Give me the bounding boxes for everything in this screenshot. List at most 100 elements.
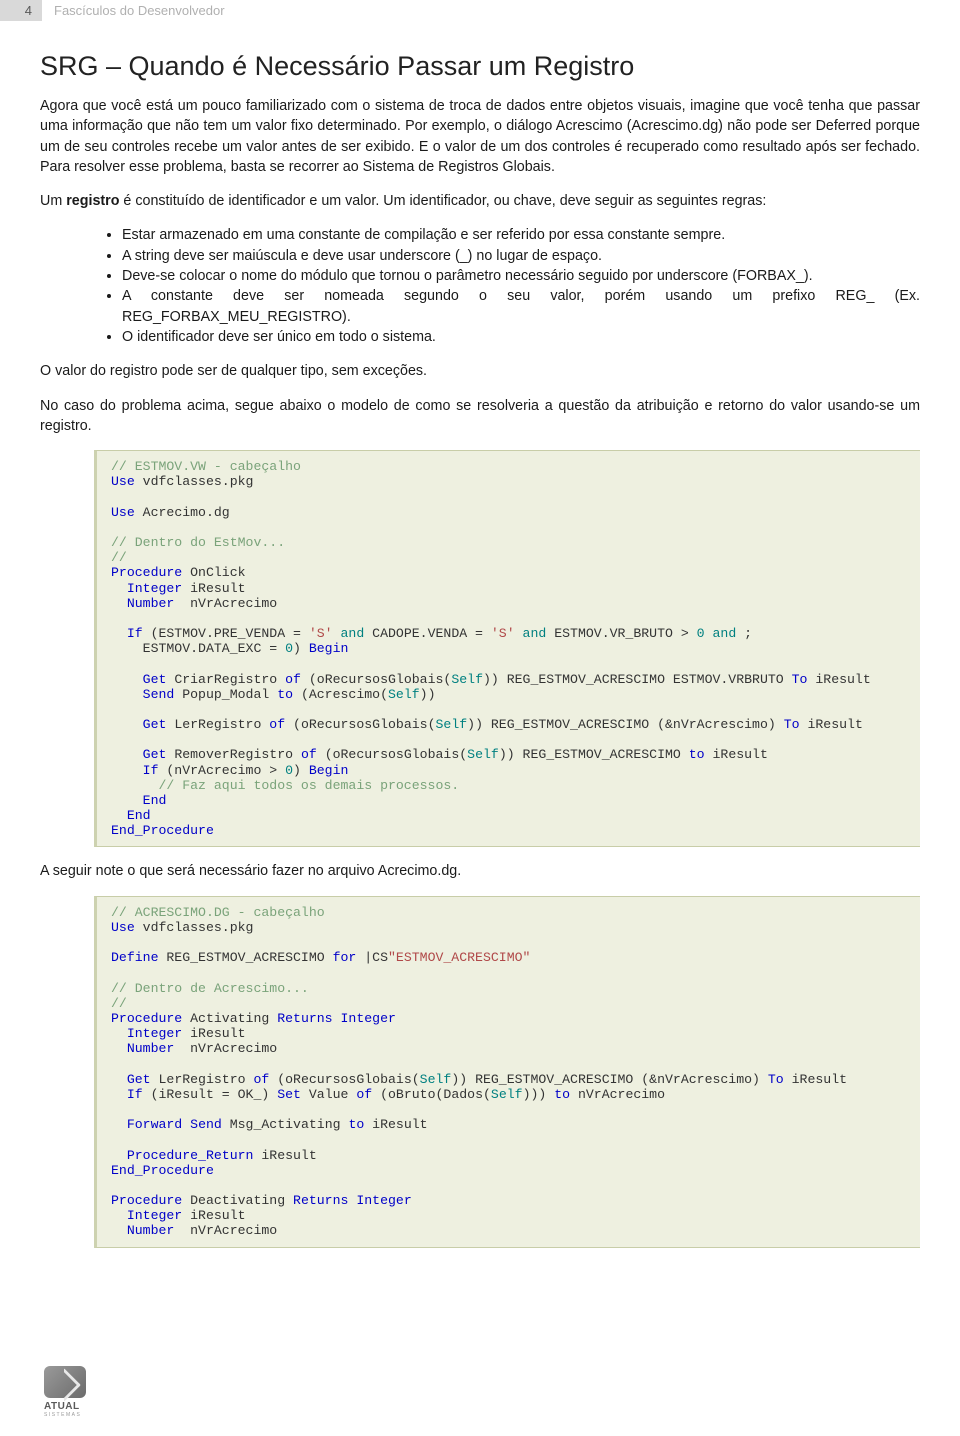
code-keyword: To <box>792 672 808 687</box>
list-item: O identificador deve ser único em todo o… <box>122 327 920 347</box>
code-keyword: Use <box>111 920 135 935</box>
footer-logo: ATUAL SISTEMAS <box>44 1366 86 1418</box>
code-text: iResult <box>253 1148 316 1163</box>
logo-icon <box>44 1366 86 1398</box>
code-keyword: of <box>269 717 285 732</box>
code-text: )) REG_ESTMOV_ACRESCIMO (&nVrAcrescimo) <box>451 1072 768 1087</box>
code-comment: // <box>111 996 127 1011</box>
list-item: A constante deve ser nomeada segundo o s… <box>122 286 920 327</box>
list-item: A string deve ser maiúscula e deve usar … <box>122 246 920 266</box>
code-keyword: of <box>301 747 317 762</box>
code-keyword: End <box>143 793 167 808</box>
code-keyword: If <box>127 1087 143 1102</box>
code-text: REG_ESTMOV_ACRESCIMO <box>158 950 332 965</box>
code-keyword: of <box>285 672 301 687</box>
code-string: 'S' <box>309 626 333 641</box>
code-comment: // ACRESCIMO.DG - cabeçalho <box>111 905 325 920</box>
code-keyword: Define <box>111 950 158 965</box>
code-text: iResult <box>807 672 870 687</box>
code-keyword: Get <box>127 1072 151 1087</box>
code-comment: // <box>111 550 127 565</box>
code-keyword: Integer <box>333 1011 396 1026</box>
code-text: CADOPE.VENDA = <box>364 626 491 641</box>
code-text: nVrAcrecimo <box>174 596 277 611</box>
code-keyword: If <box>143 763 159 778</box>
code-keyword: to <box>277 687 293 702</box>
code-keyword: Begin <box>309 763 349 778</box>
code-comment: // ESTMOV.VW - cabeçalho <box>111 459 301 474</box>
code-text: vdfclasses.pkg <box>135 474 254 489</box>
rules-list: Estar armazenado em uma constante de com… <box>40 225 920 347</box>
code-text: RemoverRegistro <box>166 747 301 762</box>
code-number: 0 <box>697 626 705 641</box>
code-block-acrescimo: // ACRESCIMO.DG - cabeçalho Use vdfclass… <box>94 896 920 1248</box>
code-string: "ESTMOV_ACRESCIMO" <box>388 950 530 965</box>
code-text: CriarRegistro <box>166 672 285 687</box>
code-keyword: Integer <box>127 581 182 596</box>
code-comment: // Faz aqui todos os demais processos. <box>158 778 459 793</box>
example-intro-paragraph: No caso do problema acima, segue abaixo … <box>40 396 920 437</box>
code-number: 0 <box>285 763 293 778</box>
acrecimo-intro-paragraph: A seguir note o que será necessário faze… <box>40 861 920 881</box>
code-text: (ESTMOV.PRE_VENDA = <box>143 626 309 641</box>
code-keyword: Procedure <box>111 1011 182 1026</box>
code-block-estmov: // ESTMOV.VW - cabeçalho Use vdfclasses.… <box>94 450 920 847</box>
code-comment: // Dentro de Acrescimo... <box>111 981 309 996</box>
code-text: LerRegistro <box>166 717 269 732</box>
intro-paragraph: Agora que você está um pouco familiariza… <box>40 96 920 177</box>
code-text: nVrAcrecimo <box>174 1041 277 1056</box>
page-number: 4 <box>0 0 42 21</box>
code-text: nVrAcrecimo <box>570 1087 665 1102</box>
code-keyword: End_Procedure <box>111 1163 214 1178</box>
code-keyword: Send <box>190 1117 222 1132</box>
code-text: (oRecursosGlobais( <box>301 672 451 687</box>
code-keyword: to <box>689 747 705 762</box>
code-text: Value <box>301 1087 356 1102</box>
code-keyword: to <box>554 1087 570 1102</box>
code-keyword: and <box>705 626 737 641</box>
code-text: )) REG_ESTMOV_ACRESCIMO (&nVrAcrescimo) <box>467 717 784 732</box>
code-text: (oRecursosGlobais( <box>269 1072 419 1087</box>
code-keyword: of <box>253 1072 269 1087</box>
code-number: 0 <box>285 641 293 656</box>
code-text: )) <box>420 687 436 702</box>
list-item: Estar armazenado em uma constante de com… <box>122 225 920 245</box>
code-text: Acrecimo.dg <box>135 505 230 520</box>
code-keyword: Procedure <box>111 1193 182 1208</box>
code-self: Self <box>420 1072 452 1087</box>
main-content: SRG – Quando é Necessário Passar um Regi… <box>0 21 960 1248</box>
code-text: iResult <box>182 1026 245 1041</box>
header-section-title: Fascículos do Desenvolvedor <box>42 0 225 21</box>
code-keyword: To <box>784 717 800 732</box>
code-text: iResult <box>784 1072 847 1087</box>
code-keyword: End <box>127 808 151 823</box>
code-keyword: Get <box>143 672 167 687</box>
code-text: iResult <box>182 581 245 596</box>
code-keyword: Use <box>111 505 135 520</box>
code-self: Self <box>491 1087 523 1102</box>
code-text: (oRecursosGlobais( <box>317 747 467 762</box>
code-comment: // Dentro do EstMov... <box>111 535 285 550</box>
code-self: Self <box>436 717 468 732</box>
code-text: ESTMOV.VR_BRUTO > <box>546 626 696 641</box>
list-item: Deve-se colocar o nome do módulo que tor… <box>122 266 920 286</box>
code-keyword: Procedure <box>111 565 182 580</box>
code-text: Activating <box>182 1011 277 1026</box>
code-keyword: Returns <box>277 1011 332 1026</box>
code-keyword: Number <box>127 1041 174 1056</box>
code-string: 'S' <box>491 626 515 641</box>
code-keyword: Number <box>127 596 174 611</box>
code-keyword: To <box>768 1072 784 1087</box>
code-text: nVrAcrecimo <box>174 1223 277 1238</box>
page-title: SRG – Quando é Necessário Passar um Regi… <box>40 51 920 82</box>
page-header: 4 Fascículos do Desenvolvedor <box>0 0 960 21</box>
code-text: (Acrescimo( <box>293 687 388 702</box>
code-text: ; <box>736 626 752 641</box>
code-keyword: Returns <box>293 1193 348 1208</box>
code-text: Popup_Modal <box>174 687 277 702</box>
code-text: vdfclasses.pkg <box>135 920 254 935</box>
code-keyword: Get <box>143 747 167 762</box>
code-keyword: Integer <box>348 1193 411 1208</box>
code-keyword: Get <box>143 717 167 732</box>
code-text: ))) <box>523 1087 555 1102</box>
